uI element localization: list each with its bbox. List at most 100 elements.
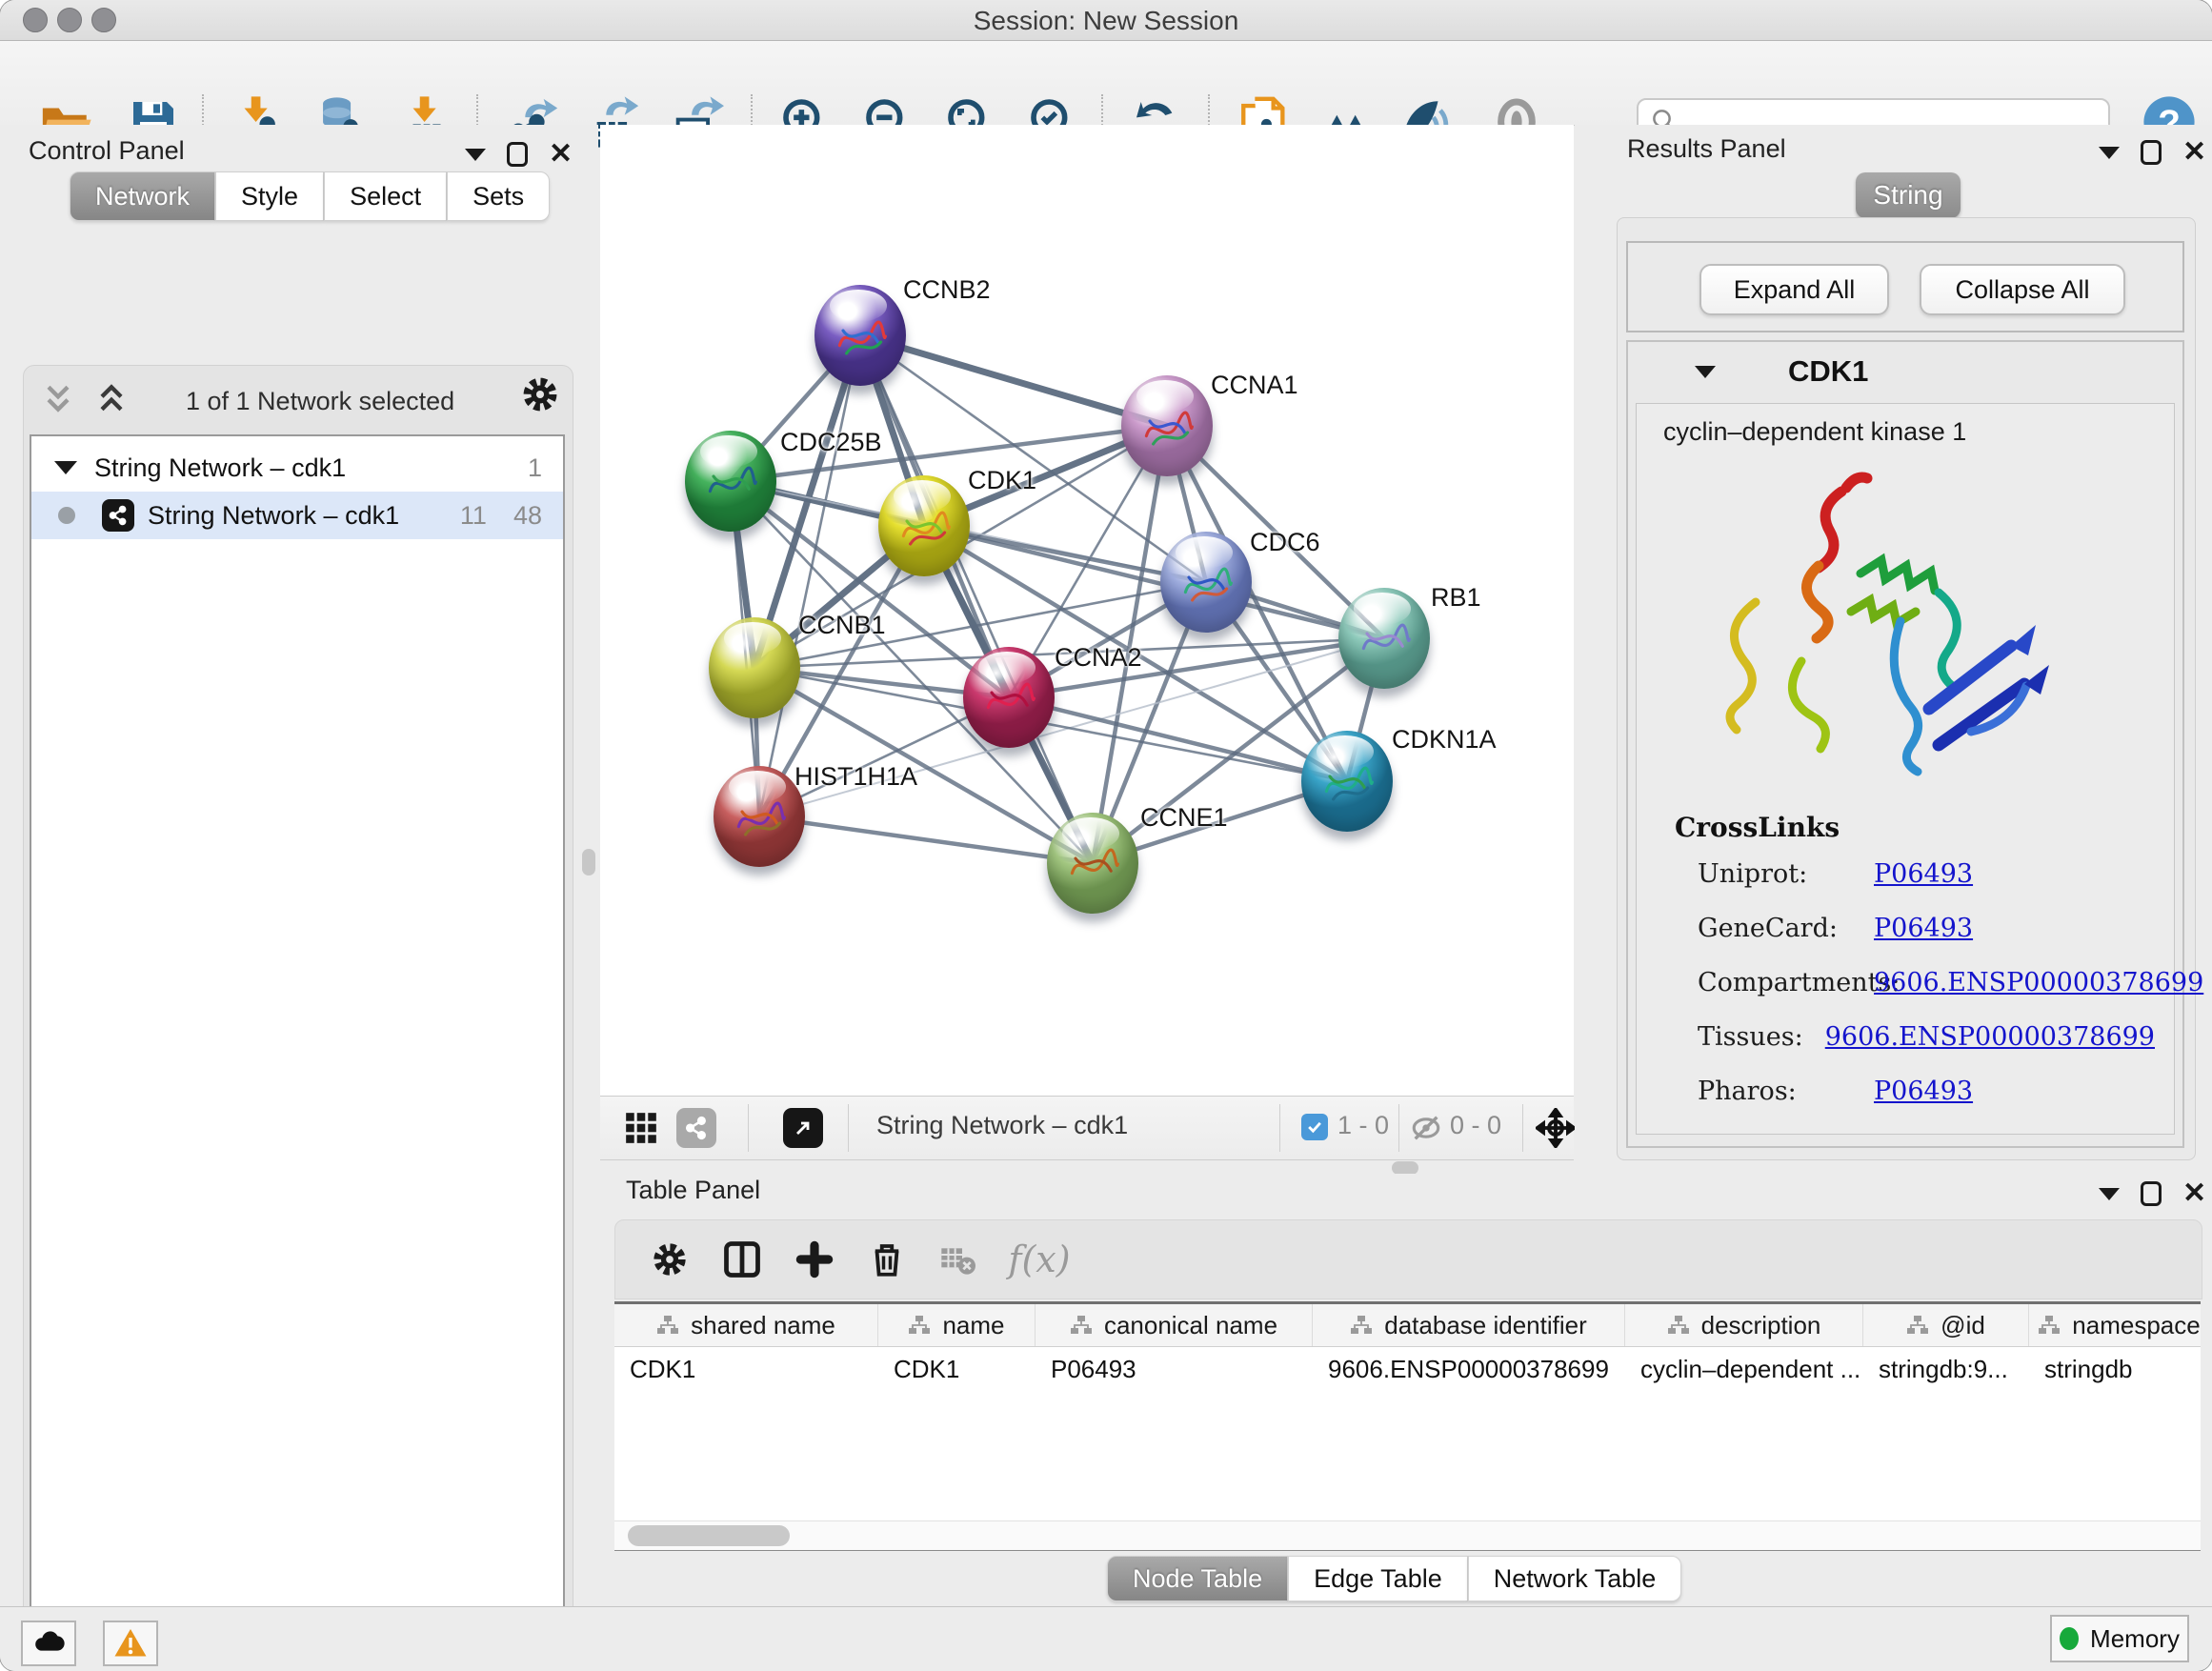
crosslink-row-pharos-: Pharos:P06493 <box>1698 1077 2155 1106</box>
network-canvas[interactable]: CCNB2CCNA1CDC25BCDK1CDC6RB1CCNB1CCNA2CDK… <box>600 125 1574 1096</box>
network-tree-root-row[interactable]: String Network – cdk1 1 <box>31 444 563 492</box>
protein-description: cyclin–dependent kinase 1 <box>1663 417 1966 447</box>
open-in-window-button[interactable] <box>783 1108 823 1148</box>
tree-expander-icon[interactable] <box>54 461 77 474</box>
delete-column-button[interactable] <box>859 1232 915 1287</box>
node-label-cdkn1a: CDKN1A <box>1392 725 1497 755</box>
column-type-icon <box>1350 1314 1373 1337</box>
warnings-button[interactable] <box>103 1621 158 1666</box>
table-cell-namespace[interactable]: stringdb <box>2029 1347 2201 1391</box>
crosslink-label: Uniprot: <box>1698 859 1874 889</box>
network-item-label: String Network – cdk1 <box>148 501 399 531</box>
expand-all-chevron-icon[interactable] <box>92 379 131 417</box>
protein-ribbon-thumbnail <box>725 783 794 852</box>
tab-node-table[interactable]: Node Table <box>1107 1556 1288 1601</box>
table-cell-shared-name[interactable]: CDK1 <box>614 1347 878 1391</box>
collapse-all-chevron-icon[interactable] <box>39 379 77 417</box>
plus-icon <box>794 1238 835 1280</box>
tab-string[interactable]: String <box>1856 172 1961 218</box>
table-cell-description[interactable]: cyclin–dependent ... <box>1625 1347 1863 1391</box>
column-header--id[interactable]: @id <box>1863 1304 2029 1346</box>
tab-edge-table[interactable]: Edge Table <box>1288 1556 1468 1601</box>
crosslinks-list: Uniprot:P06493GeneCard:P06493Compartment… <box>1698 859 2155 1131</box>
crosslink-link[interactable]: 9606.ENSP00000378699 <box>1874 968 2203 997</box>
show-column-button[interactable] <box>714 1232 770 1287</box>
expand-all-button[interactable]: Expand All <box>1699 264 1889 315</box>
node-cdkn1a[interactable] <box>1301 731 1393 832</box>
delete-table-button[interactable] <box>930 1232 985 1287</box>
node-label-cdk1: CDK1 <box>968 466 1036 495</box>
column-header-namespace[interactable]: namespace <box>2029 1304 2201 1346</box>
column-header-shared-name[interactable]: shared name <box>614 1304 878 1346</box>
network-view-type-button[interactable] <box>676 1108 716 1148</box>
panel-float-icon[interactable] <box>507 142 528 167</box>
panel-close-icon[interactable]: ✕ <box>2182 1181 2206 1206</box>
tab-network-table[interactable]: Network Table <box>1468 1556 1682 1601</box>
node-cdk1[interactable] <box>878 475 970 576</box>
left-splitter-handle[interactable] <box>582 849 595 876</box>
fit-content-button[interactable] <box>1536 1108 1576 1153</box>
panel-close-icon[interactable]: ✕ <box>549 142 573 167</box>
node-rb1[interactable] <box>1338 588 1430 689</box>
function-builder-button[interactable]: f(x) <box>996 1232 1082 1287</box>
network-tree-item-row[interactable]: String Network – cdk1 11 48 <box>31 492 563 539</box>
collapse-all-button[interactable]: Collapse All <box>1920 264 2125 315</box>
node-ccne1[interactable] <box>1047 813 1138 914</box>
table-options-button[interactable] <box>642 1232 697 1287</box>
results-card: Expand All Collapse All CDK1 cyclin–depe… <box>1617 217 2196 1160</box>
cdk1-section-header[interactable]: CDK1 <box>1628 342 2182 401</box>
scrollbar-thumb[interactable] <box>628 1525 790 1546</box>
node-hist1h1a[interactable] <box>714 766 805 867</box>
column-header-database-identifier[interactable]: database identifier <box>1313 1304 1625 1346</box>
network-list-header <box>39 379 131 417</box>
panel-menu-icon[interactable] <box>465 149 486 161</box>
table-cell-canonical-name[interactable]: P06493 <box>1036 1347 1313 1391</box>
tab-network[interactable]: Network <box>70 171 215 221</box>
panel-float-icon[interactable] <box>2141 140 2162 165</box>
node-ccnb2[interactable] <box>814 285 906 386</box>
node-ccnb1[interactable] <box>709 617 800 718</box>
crosslink-link[interactable]: P06493 <box>1874 914 1973 943</box>
toolbar-separator <box>1398 1104 1399 1152</box>
panel-close-icon[interactable]: ✕ <box>2182 140 2206 165</box>
node-label-ccnb2: CCNB2 <box>903 275 991 305</box>
memory-button[interactable]: Memory <box>2050 1615 2189 1662</box>
tab-select[interactable]: Select <box>324 171 447 221</box>
panel-menu-icon[interactable] <box>2099 1188 2120 1200</box>
node-ccna1[interactable] <box>1121 375 1213 476</box>
table-cell--id[interactable]: stringdb:9... <box>1863 1347 2029 1391</box>
crosslink-link[interactable]: 9606.ENSP00000378699 <box>1825 1022 2155 1052</box>
check-icon <box>1305 1117 1324 1137</box>
cloud-status-button[interactable] <box>21 1621 76 1666</box>
horizontal-splitter-handle[interactable] <box>1392 1161 1418 1175</box>
panel-float-icon[interactable] <box>2141 1181 2162 1206</box>
node-label-ccne1: CCNE1 <box>1140 803 1228 833</box>
network-options-button[interactable] <box>519 373 561 420</box>
table-cell-name[interactable]: CDK1 <box>878 1347 1036 1391</box>
table-horizontal-scrollbar[interactable] <box>614 1520 2201 1550</box>
table-cell-database-identifier[interactable]: 9606.ENSP00000378699 <box>1313 1347 1625 1391</box>
section-collapse-icon[interactable] <box>1695 366 1716 378</box>
table-row[interactable]: CDK1CDK1P064939606.ENSP00000378699cyclin… <box>614 1347 2201 1391</box>
selected-checkbox[interactable] <box>1301 1114 1328 1140</box>
node-cdc25b[interactable] <box>685 431 776 532</box>
crosslink-row-uniprot-: Uniprot:P06493 <box>1698 859 2155 889</box>
column-header-canonical-name[interactable]: canonical name <box>1036 1304 1313 1346</box>
title-bar: Session: New Session <box>0 0 2212 41</box>
panel-menu-icon[interactable] <box>2099 147 2120 159</box>
node-ccna2[interactable] <box>963 647 1055 748</box>
network-nodes-layer: CCNB2CCNA1CDC25BCDK1CDC6RB1CCNB1CCNA2CDK… <box>600 125 1574 1096</box>
crosshair-move-icon <box>1536 1108 1576 1148</box>
protein-ribbon-thumbnail <box>696 448 765 516</box>
node-cdc6[interactable] <box>1160 532 1252 633</box>
hidden-indicator <box>1410 1112 1442 1149</box>
column-header-label: @id <box>1941 1311 1985 1340</box>
tab-sets[interactable]: Sets <box>447 171 550 221</box>
tab-style[interactable]: Style <box>215 171 324 221</box>
crosslink-link[interactable]: P06493 <box>1874 1077 1973 1106</box>
crosslink-link[interactable]: P06493 <box>1874 859 1973 889</box>
create-column-button[interactable] <box>787 1232 842 1287</box>
column-header-name[interactable]: name <box>878 1304 1036 1346</box>
birds-eye-grid-button[interactable] <box>623 1110 659 1151</box>
column-header-description[interactable]: description <box>1625 1304 1863 1346</box>
